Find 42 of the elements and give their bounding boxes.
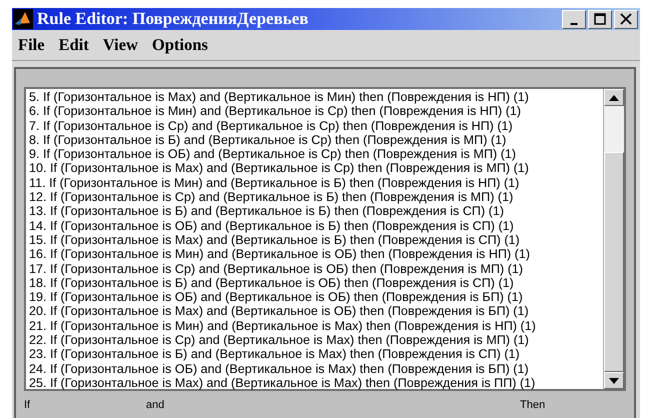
rule-item[interactable]: 6. If (Горизонтальное is Мин) and (Вертикальное is Ср) then (Повреждения is НП) (1) xyxy=(29,104,603,119)
rule-item[interactable]: 13. If (Горизонтальное is Б) and (Вертикальное is Б) then (Повреждения is СП) (1) xyxy=(29,204,603,219)
rule-item[interactable]: 25. If (Горизонтальное is Мах) and (Вертикальное is Мах) then (Повреждения is ПП) (1) xyxy=(29,376,603,390)
rule-item[interactable]: 23. If (Горизонтальное is Б) and (Вертикальное is Мах) then (Повреждения is СП) (1) xyxy=(29,347,603,362)
minimize-icon xyxy=(570,22,578,24)
scroll-down-button[interactable] xyxy=(604,372,624,389)
rule-item[interactable]: 18. If (Горизонтальное is Б) and (Вертикальное is ОБ) then (Повреждения is СП) (1) xyxy=(29,276,603,290)
rule-item[interactable]: 24. If (Горизонтальное is ОБ) and (Вертикальное is Мах) then (Повреждения is БП) (1) xyxy=(29,362,603,376)
rule-item[interactable]: 22. If (Горизонтальное is Ср) and (Вертикальное is Мах) then (Повреждения is МП) (1) xyxy=(29,333,603,348)
rule-item[interactable]: 7. If (Горизонтальное is Ср) and (Вертикальное is Ср) then (Повреждения is НП) (1) xyxy=(29,118,603,133)
maximize-icon xyxy=(594,13,606,25)
rule-item[interactable]: 10. If (Горизонтальное is Мах) and (Вертикальное is Ср) then (Повреждения is МП) (1) xyxy=(29,161,603,176)
rule-item[interactable]: 14. If (Горизонтальное is ОБ) and (Вертикальное is Б) then (Повреждения is СП) (1) xyxy=(29,218,603,233)
scroll-up-button[interactable] xyxy=(604,89,624,106)
scrollbar[interactable] xyxy=(603,89,624,389)
rule-item[interactable]: 21. If (Горизонтальное is Мин) and (Вертикальное is Мах) then (Повреждения is НП) (1) xyxy=(29,318,603,334)
column-label: and xyxy=(146,399,164,411)
menu-item[interactable]: Edit xyxy=(58,35,89,55)
maximize-button[interactable] xyxy=(588,10,612,28)
menu-item[interactable]: View xyxy=(102,35,138,55)
peak-logo-icon xyxy=(13,9,33,29)
close-button[interactable] xyxy=(614,10,638,28)
close-icon xyxy=(620,13,632,25)
rule-item[interactable]: 8. If (Горизонтальное is Б) and (Вертикальное is Ср) then (Повреждения is МП) (1) xyxy=(29,132,603,148)
scroll-thumb[interactable] xyxy=(604,152,624,372)
rule-item[interactable]: 9. If (Горизонтальное is ОБ) and (Вертикальное is Ср) then (Повреждения is МП) (1) xyxy=(29,147,603,162)
rule-item[interactable]: 12. If (Горизонтальное is Ср) and (Вертикальное is Б) then (Повреждения is МП) (1) xyxy=(29,190,603,204)
menu-item[interactable]: Options xyxy=(152,35,208,55)
window-title: Rule Editor: ПоврежденияДеревьев xyxy=(37,9,310,29)
up-arrow-icon xyxy=(609,94,619,100)
down-arrow-icon xyxy=(609,378,619,384)
rule-item[interactable]: 15. If (Горизонтальное is Мах) and (Вертикальное is Б) then (Повреждения is СП) (1) xyxy=(29,232,603,248)
rule-item[interactable]: 17. If (Горизонтальное is Ср) and (Вертикальное is ОБ) then (Повреждения is МП) (1) xyxy=(29,262,603,276)
menu-item[interactable]: File xyxy=(18,35,45,55)
rule-item[interactable]: 5. If (Горизонтальное is Мах) and (Вертикальное is Мин) then (Повреждения is НП) (1) xyxy=(29,90,603,104)
rule-item[interactable]: 16. If (Горизонтальное is Мин) and (Вертикальное is ОБ) then (Повреждения is НП) (1) xyxy=(29,247,603,262)
column-label: Then xyxy=(520,399,546,411)
rule-item[interactable]: 20. If (Горизонтальное is Мах) and (Вертикальное is ОБ) then (Повреждения is БП) (1) xyxy=(29,304,603,319)
rule-item[interactable]: 19. If (Горизонтальное is ОБ) and (Вертикальное is ОБ) then (Повреждения is БП) (1) xyxy=(29,290,603,304)
rule-item[interactable]: 11. If (Горизонтальное is Мин) and (Вертикальное is Б) then (Повреждения is НП) (1) xyxy=(29,176,603,190)
column-label: If xyxy=(24,399,30,411)
minimize-button[interactable] xyxy=(562,10,586,28)
